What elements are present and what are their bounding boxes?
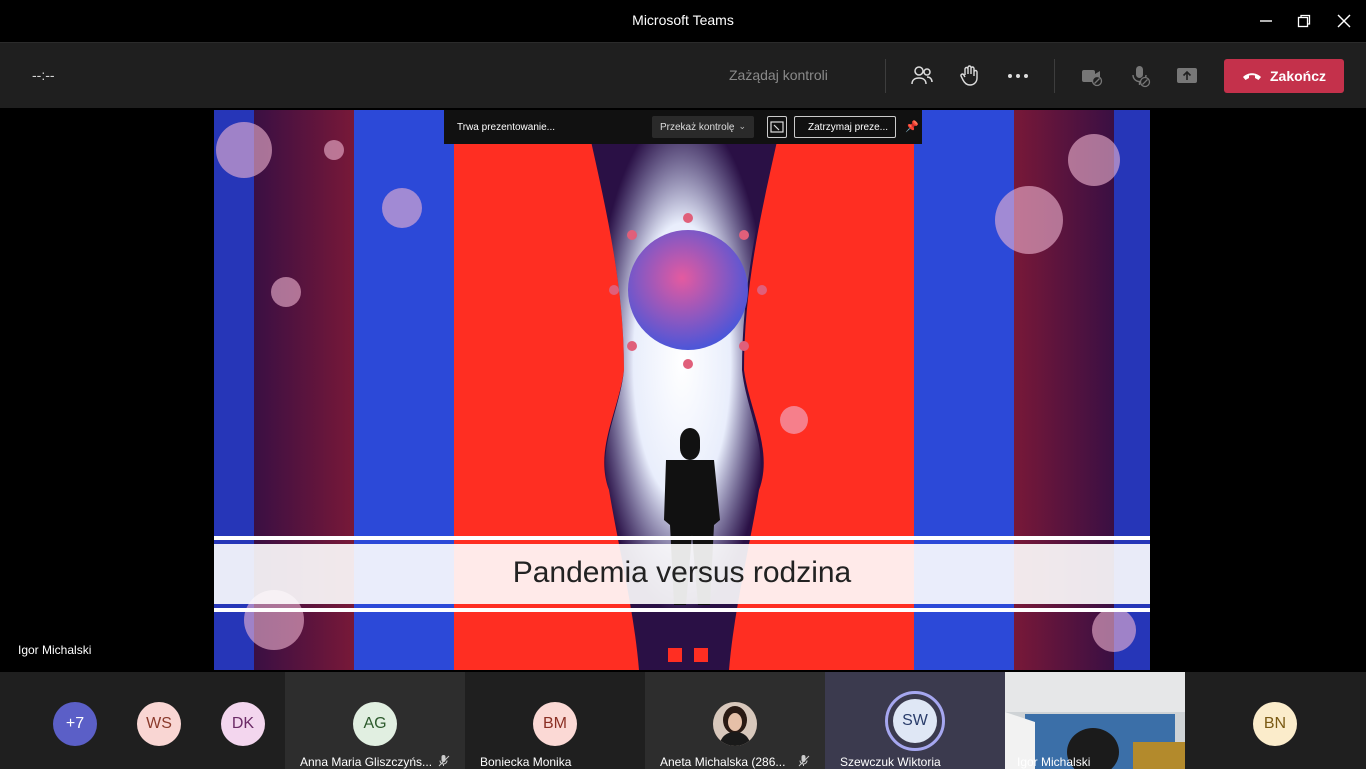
raise-hand-icon[interactable]: [957, 63, 983, 89]
presenter-name: Igor Michalski: [18, 643, 92, 657]
slide-divider: [214, 536, 1150, 540]
camera-off-icon[interactable]: [1079, 63, 1105, 89]
include-audio-icon[interactable]: [767, 116, 787, 138]
avatar[interactable]: BN: [1253, 702, 1297, 746]
participant-tile[interactable]: AG Anna Maria Gliszczyńs...: [285, 672, 465, 769]
participant-name: Szewczuk Wiktoria: [840, 755, 941, 769]
close-icon[interactable]: [1331, 8, 1357, 34]
call-timer: --:--: [32, 67, 55, 83]
presenting-status: Trwa prezentowanie...: [457, 122, 556, 133]
end-call-label: Zakończ: [1269, 68, 1326, 84]
minimize-icon[interactable]: [1253, 8, 1279, 34]
slide-title: Pandemia versus rodzina: [512, 556, 852, 589]
more-options-icon[interactable]: [1005, 63, 1031, 89]
participant-tile[interactable]: Aneta Michalska (286...: [645, 672, 825, 769]
chevron-down-icon: ⌄: [738, 121, 746, 131]
sharing-control-bar: Trwa prezentowanie... Przekaż kontrolę ⌄…: [444, 110, 922, 144]
participant-name: Anna Maria Gliszczyńs...: [300, 755, 433, 769]
stop-presenting-button[interactable]: Zatrzymaj preze...: [794, 116, 896, 138]
overflow-participants-button[interactable]: +7: [53, 702, 97, 746]
participant-name: Aneta Michalska (286...: [660, 755, 786, 769]
window-title: Microsoft Teams: [632, 12, 734, 28]
slide-divider: [214, 608, 1150, 612]
mic-muted-icon[interactable]: [1127, 63, 1153, 89]
give-control-label: Przekaż kontrolę: [660, 122, 735, 133]
pin-icon[interactable]: 📌: [905, 120, 919, 133]
end-call-button[interactable]: Zakończ: [1224, 59, 1344, 93]
give-control-dropdown[interactable]: Przekaż kontrolę ⌄: [652, 116, 754, 138]
title-bar: Microsoft Teams: [0, 0, 1366, 42]
share-screen-icon[interactable]: [1174, 63, 1200, 89]
avatar[interactable]: WS: [137, 702, 181, 746]
avatar: [713, 702, 757, 746]
phone-hangup-icon: [1242, 73, 1261, 80]
mic-muted-icon: [438, 755, 450, 767]
restore-icon[interactable]: [1291, 8, 1317, 34]
avatar: AG: [353, 702, 397, 746]
avatar: SW: [893, 699, 937, 743]
mic-muted-icon: [798, 755, 810, 767]
participant-video-tile[interactable]: Igor Michalski: [1005, 672, 1185, 769]
avatar[interactable]: DK: [221, 702, 265, 746]
participant-tile-speaking[interactable]: SW Szewczuk Wiktoria: [825, 672, 1005, 769]
participant-name: Igor Michalski: [1017, 755, 1091, 769]
divider: [885, 59, 886, 93]
call-toolbar: --:-- Zażądaj kontroli Zakończ: [0, 42, 1366, 108]
participants-icon[interactable]: [909, 63, 935, 89]
avatar: BM: [533, 702, 577, 746]
divider: [1054, 59, 1055, 93]
participant-name: Boniecka Monika: [480, 755, 572, 769]
request-control-button[interactable]: Zażądaj kontroli: [729, 67, 828, 83]
participant-tile[interactable]: BM Boniecka Monika: [465, 672, 645, 769]
